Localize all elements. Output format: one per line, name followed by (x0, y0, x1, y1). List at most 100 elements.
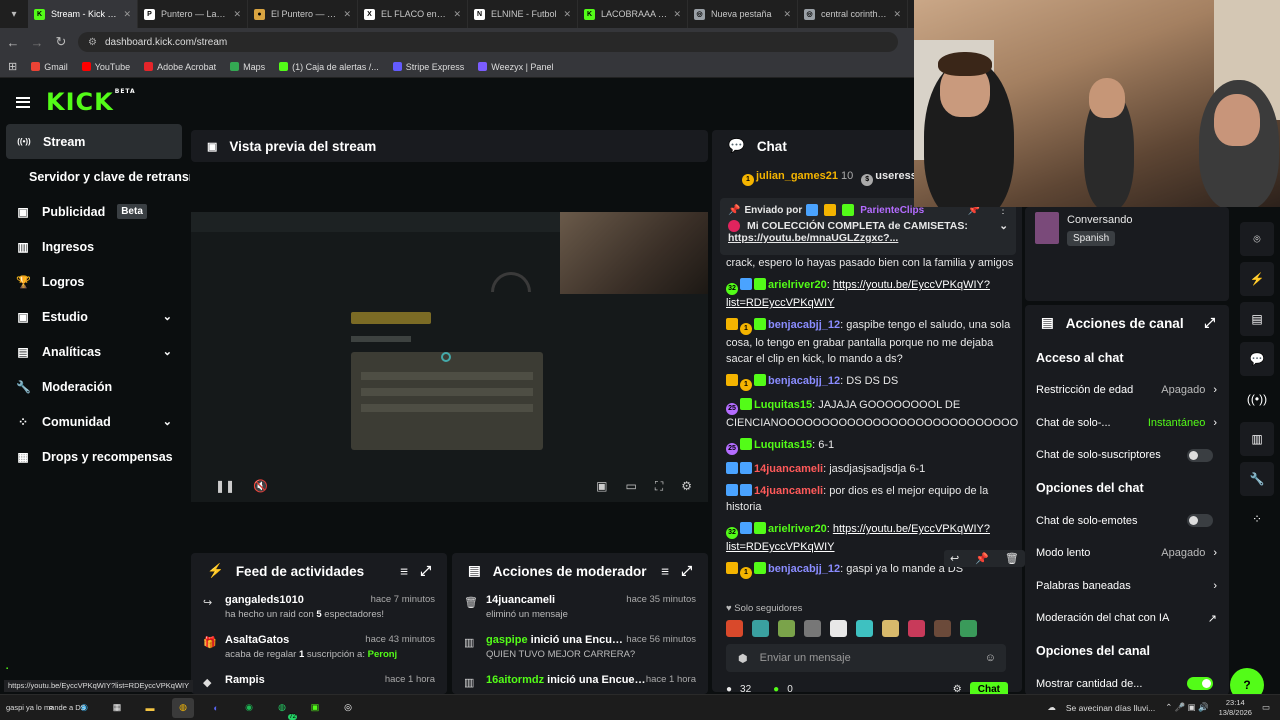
lightning-icon[interactable]: ⚡ (1240, 262, 1274, 296)
mod-action-item[interactable]: ▥ 16aitormdz inició una Encuesta hace 1 ho… (452, 669, 708, 694)
channel-setting-row[interactable]: Palabras baneadas › (1025, 570, 1229, 603)
chat-settings-icon[interactable]: ⚙ (953, 684, 962, 695)
pin-message-icon[interactable]: 📌 (975, 552, 989, 565)
pip-icon[interactable]: ▣ (596, 479, 607, 493)
chat-username[interactable]: arielriver20 (768, 279, 827, 291)
browser-tab[interactable]: ◎ Nueva pestaña ✕ (688, 0, 798, 28)
chat-message[interactable]: 1 benjacabjj_12: gaspibe tengo el saludo,… (726, 317, 1016, 367)
kick-logo[interactable]: KICKBETA (46, 88, 136, 116)
tab-close-icon[interactable]: ✕ (343, 9, 351, 20)
sidebar-item[interactable]: ▦ Drops y recompensas (0, 439, 190, 474)
chevron-right-icon[interactable]: › (1213, 417, 1217, 429)
sidebar-item[interactable]: ▣ Publicidad Beta (0, 194, 190, 229)
emote-icon[interactable] (882, 620, 899, 637)
emote-icon[interactable] (908, 620, 925, 637)
sidebar-item[interactable]: ▥ Ingresos (0, 229, 190, 264)
tab-close-icon[interactable]: ✕ (233, 9, 241, 20)
forward-icon[interactable]: → (30, 35, 44, 50)
feed-item[interactable]: 🎁 AsaltaGatos hace 43 minutos acaba de rega… (191, 629, 447, 669)
mod-user[interactable]: 16aitormdz (486, 674, 544, 686)
back-icon[interactable]: ← (6, 35, 20, 50)
category-name[interactable]: Conversando (1067, 214, 1132, 226)
browser-tab[interactable]: P Puntero — La cal ✕ (138, 0, 248, 28)
mod-user[interactable]: gaspipe (486, 634, 528, 646)
emoji-icon[interactable]: ☺ (985, 652, 996, 664)
chat-input[interactable]: ⬢ Enviar un mensaje ☺ (726, 644, 1006, 672)
community-icon[interactable]: ⁘ (1240, 502, 1274, 536)
mod-user[interactable]: 14juancameli (486, 594, 555, 606)
emote-icon[interactable] (752, 620, 769, 637)
channel-setting-row[interactable]: Chat de solo-emotes (1025, 505, 1229, 538)
emote-icon[interactable] (934, 620, 951, 637)
menu-icon[interactable] (16, 96, 30, 108)
chat-message[interactable]: 14juancameli: jasdjasjsadjsdja 6-1 (726, 461, 1016, 477)
expand-icon[interactable]: ⌄ (999, 220, 1008, 232)
theater-icon[interactable]: ▭ (625, 479, 636, 493)
setting-toggle[interactable] (1187, 448, 1213, 462)
chat-username[interactable]: Luquitas15 (754, 399, 812, 411)
chat-username[interactable]: 14juancameli (754, 463, 823, 475)
sidebar-item[interactable]: ▤ Analíticas ⌄ (0, 334, 190, 369)
emote-icon[interactable] (960, 620, 977, 637)
filter-icon[interactable]: ≡ (400, 564, 408, 579)
mute-icon[interactable]: 🔇 (253, 479, 268, 493)
chevron-right-icon[interactable]: › (1213, 384, 1217, 396)
explorer-icon[interactable]: ▬ (139, 698, 161, 718)
mod-panel-icon[interactable]: ▥ (1240, 422, 1274, 456)
bookmark[interactable]: YouTube (81, 62, 130, 72)
tray-icons[interactable]: ⌃ 🎤 ▣ 🔊 (1165, 702, 1208, 713)
popout-icon[interactable]: ⤢ (681, 563, 692, 579)
tab-close-icon[interactable]: ✕ (123, 9, 131, 20)
notification-icon[interactable]: ▭ (1262, 702, 1270, 713)
wrench-icon[interactable]: 🔧 (1240, 462, 1274, 496)
browser-tab[interactable]: K Stream - Kick Da ✕ (28, 0, 138, 28)
popout-icon[interactable]: ⤢ (1204, 315, 1215, 331)
bookmark[interactable]: Stripe Express (392, 62, 464, 72)
emote-icon[interactable] (830, 620, 847, 637)
delete-icon[interactable]: 🗑 (1005, 552, 1019, 565)
chat-username[interactable]: 14juancameli (754, 485, 823, 497)
chevron-right-icon[interactable]: › (1213, 547, 1217, 559)
sidebar-item[interactable]: ▣ Estudio ⌄ (0, 299, 190, 334)
top-chatter[interactable]: $ useress (861, 170, 917, 186)
sidebar-item[interactable]: 🏆 Logros (0, 264, 190, 299)
chat-message[interactable]: 25 Luquitas15: JAJAJA GOOOOOOOOL DE CIENC… (726, 397, 1018, 431)
pinned-link[interactable]: https://youtu.be/mnaUGLZzgxc?... (728, 232, 1008, 244)
chat-icon[interactable]: 💬 (1240, 342, 1274, 376)
kick-app-icon[interactable]: ▣ (304, 698, 326, 718)
sidebar-item[interactable]: Servidor y clave de retransmisión (0, 159, 190, 194)
obs-icon[interactable]: ◎ (337, 698, 359, 718)
browser-tab[interactable]: ◎ central corinthian ✕ (798, 0, 908, 28)
channel-setting-row[interactable]: Chat de solo-... Instantáneo › (1025, 407, 1229, 440)
discord-icon[interactable]: ◐ (205, 698, 227, 718)
notes-icon[interactable]: ▤ (1240, 302, 1274, 336)
feed-user[interactable]: Rampis (225, 674, 265, 686)
bookmark[interactable]: Maps (230, 62, 265, 72)
emote-icon[interactable] (804, 620, 821, 637)
chat-message[interactable]: 14juancameli: por dios es el mejor equip… (726, 483, 1016, 515)
chat-message[interactable]: 32 arielriver20: https://youtu.be/EyccVPK… (726, 277, 1016, 311)
tab-close-icon[interactable]: ✕ (453, 9, 461, 20)
spotify-icon[interactable]: ◉ (238, 698, 260, 718)
stream-preview-player[interactable]: ❚❚ 🔇 ▣ ▭ ⛶ ⚙ (191, 212, 708, 502)
sidebar-item[interactable]: ((•)) Stream (6, 124, 182, 159)
channel-setting-row[interactable]: Chat de solo-suscriptores (1025, 439, 1229, 472)
sidebar-item[interactable]: ⁘ Comunidad ⌄ (0, 404, 190, 439)
chevron-down-icon[interactable]: ⌄ (163, 310, 172, 323)
language-tag[interactable]: Spanish (1067, 231, 1116, 246)
category-thumbnail[interactable] (1035, 212, 1059, 244)
tab-search-icon[interactable]: ▾ (0, 0, 28, 28)
emote-icon[interactable] (856, 620, 873, 637)
tab-close-icon[interactable]: ✕ (563, 9, 571, 20)
feed-item[interactable]: ◆ Rampis hace 1 hora (191, 669, 447, 694)
chevron-down-icon[interactable]: ⌄ (163, 345, 172, 358)
feed-user[interactable]: AsaltaGatos (225, 634, 289, 646)
fullscreen-icon[interactable]: ⛶ (655, 479, 663, 494)
reply-icon[interactable]: ↩ (950, 552, 959, 565)
pause-icon[interactable]: ❚❚ (215, 479, 235, 493)
popout-icon[interactable]: ⤢ (420, 563, 431, 579)
weather-icon[interactable]: ☁ (1047, 702, 1056, 713)
chat-message[interactable]: 1 benjacabjj_12: DS DS DS (726, 373, 1016, 391)
chevron-right-icon[interactable]: › (1213, 580, 1217, 592)
chat-username[interactable]: benjacabjj_12 (768, 563, 840, 575)
